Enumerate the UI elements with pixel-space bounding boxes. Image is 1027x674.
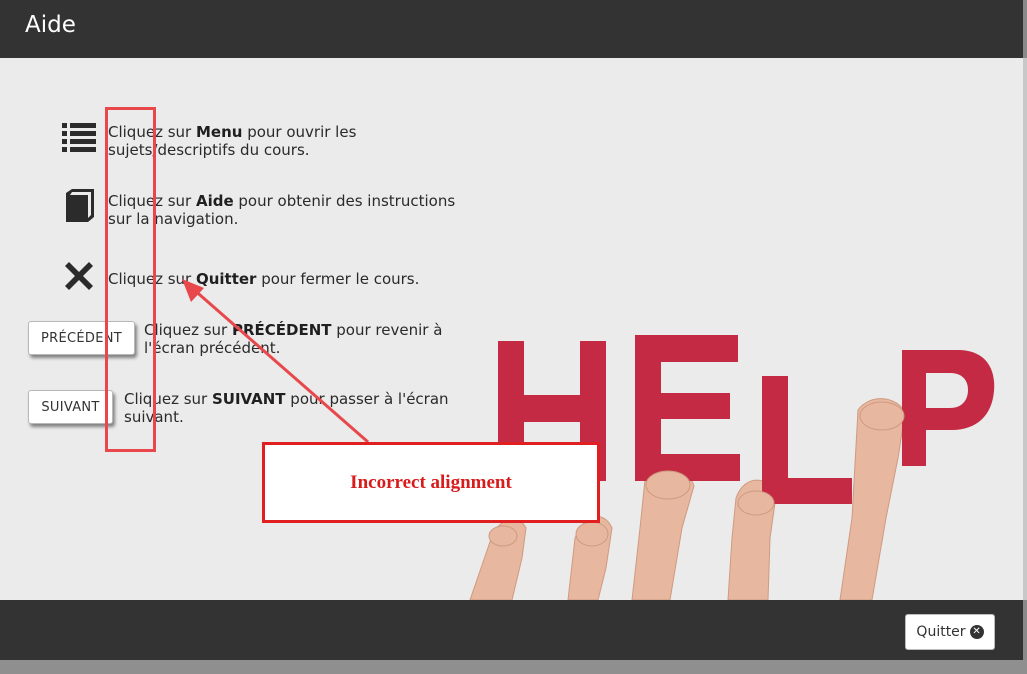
quit-button[interactable]: Quitter ✕ [905,614,995,650]
help-text-quitter: Cliquez sur Quitter pour fermer le cours… [108,270,420,288]
header-bar: Aide [0,0,1023,58]
close-circle-icon: ✕ [969,625,984,639]
quit-button-label: Quitter [916,624,966,640]
annotation-callout: Incorrect alignment [262,442,600,523]
alignment-highlight-box [105,107,156,452]
list-icon [62,123,96,152]
help-text-precedent: Cliquez sur PRÉCÉDENT pour revenir à l'é… [144,321,443,357]
page-title: Aide [25,12,76,38]
footer-bar [0,600,1023,660]
annotation-label: Incorrect alignment [350,471,512,493]
scrollbar-track [1023,58,1027,600]
help-text-suivant: Cliquez sur SUIVANT pour passer à l'écra… [124,390,449,426]
bottom-strip [0,660,1027,674]
book-icon [66,189,94,222]
next-button[interactable]: SUIVANT [28,390,113,424]
help-text-aide: Cliquez sur Aide pour obtenir des instru… [108,192,456,228]
help-text-menu: Cliquez sur Menu pour ouvrir les sujets/… [108,123,357,159]
close-icon [65,262,93,290]
